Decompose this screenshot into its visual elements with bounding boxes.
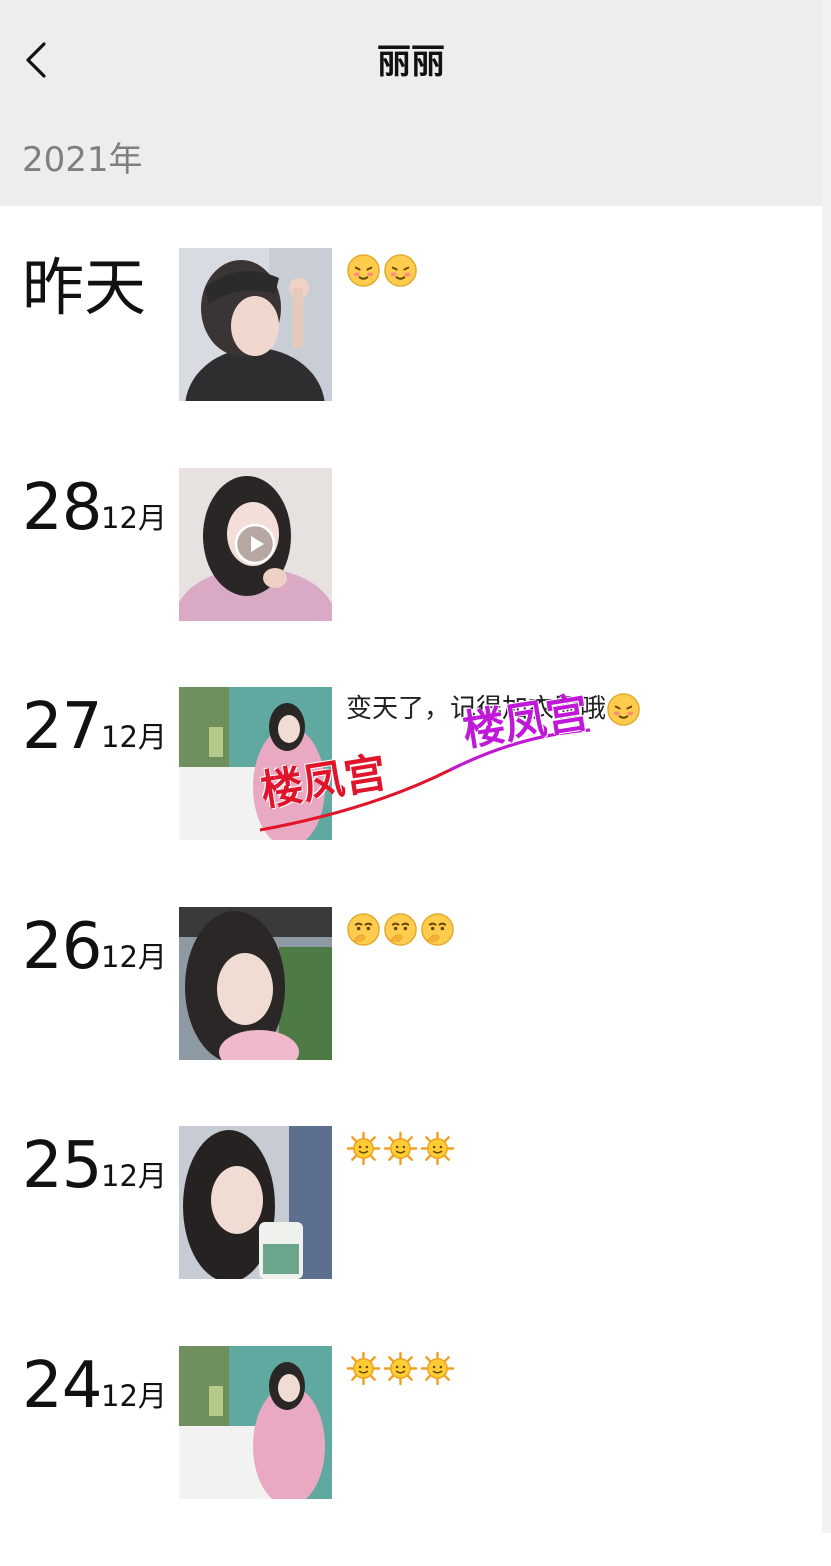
feed-post[interactable]: 28 12月: [0, 468, 822, 688]
feed-post[interactable]: 24 12月: [0, 1346, 822, 1566]
date-month: 12月: [101, 501, 167, 535]
page-title: 丽丽: [377, 42, 445, 82]
moments-feed: 昨天 28 12月 27 12月 变天了，记得加衣服哦 26 12月 25 12…: [0, 206, 822, 1533]
sun-emoji-icon: [383, 1131, 418, 1166]
post-date: 24 12月: [22, 1346, 172, 1426]
date-month: 12月: [101, 1379, 167, 1413]
photo-thumbnail: [179, 248, 332, 401]
post-photo[interactable]: [179, 907, 332, 1060]
date-day: 28: [22, 471, 102, 545]
scroll-gutter: [822, 0, 831, 1533]
blush-emoji-icon: [346, 253, 381, 288]
sun-emoji-icon: [420, 1351, 455, 1386]
post-date: 26 12月: [22, 907, 172, 987]
photo-thumbnail: [179, 907, 332, 1060]
top-bar: 丽丽 2021年: [0, 0, 822, 206]
date-day: 25: [22, 1129, 102, 1203]
sun-emoji-icon: [346, 1351, 381, 1386]
date-day: 26: [22, 910, 102, 984]
post-caption: [346, 909, 457, 949]
photo-thumbnail: [179, 1126, 332, 1279]
thinking-emoji-icon: [383, 912, 418, 947]
date-day: 24: [22, 1349, 102, 1423]
post-caption: [346, 250, 420, 290]
post-date: 27 12月: [22, 687, 172, 767]
date-month: 12月: [101, 720, 167, 754]
thinking-emoji-icon: [346, 912, 381, 947]
date-yesterday-label: 昨天: [22, 251, 147, 324]
post-photo[interactable]: [179, 248, 332, 401]
photo-thumbnail: [179, 1346, 332, 1499]
sun-emoji-icon: [346, 1131, 381, 1166]
thinking-emoji-icon: [420, 912, 455, 947]
year-label: 2021年: [22, 140, 143, 180]
sun-emoji-icon: [383, 1351, 418, 1386]
feed-post[interactable]: 26 12月: [0, 907, 822, 1127]
feed-post[interactable]: 昨天: [0, 248, 822, 468]
post-video[interactable]: [179, 468, 332, 621]
post-photo[interactable]: [179, 687, 332, 840]
caption-text: 变天了，记得加衣服哦: [346, 694, 607, 724]
post-date: 25 12月: [22, 1126, 172, 1206]
post-date: 昨天: [22, 248, 172, 328]
post-date: 28 12月: [22, 468, 172, 548]
play-icon[interactable]: [234, 523, 276, 565]
date-month: 12月: [101, 1159, 167, 1193]
date-month: 12月: [101, 940, 167, 974]
post-photo[interactable]: [179, 1126, 332, 1279]
blush-emoji-icon: [383, 253, 418, 288]
post-caption: [346, 1128, 457, 1168]
post-caption: 变天了，记得加衣服哦: [346, 689, 643, 729]
photo-thumbnail: [179, 687, 332, 840]
sun-emoji-icon: [420, 1131, 455, 1166]
feed-post[interactable]: 25 12月: [0, 1126, 822, 1346]
date-day: 27: [22, 690, 102, 764]
post-photo[interactable]: [179, 1346, 332, 1499]
post-caption: [346, 1348, 457, 1388]
feed-post[interactable]: 27 12月 变天了，记得加衣服哦: [0, 687, 822, 907]
blush-emoji-icon: [606, 692, 641, 727]
